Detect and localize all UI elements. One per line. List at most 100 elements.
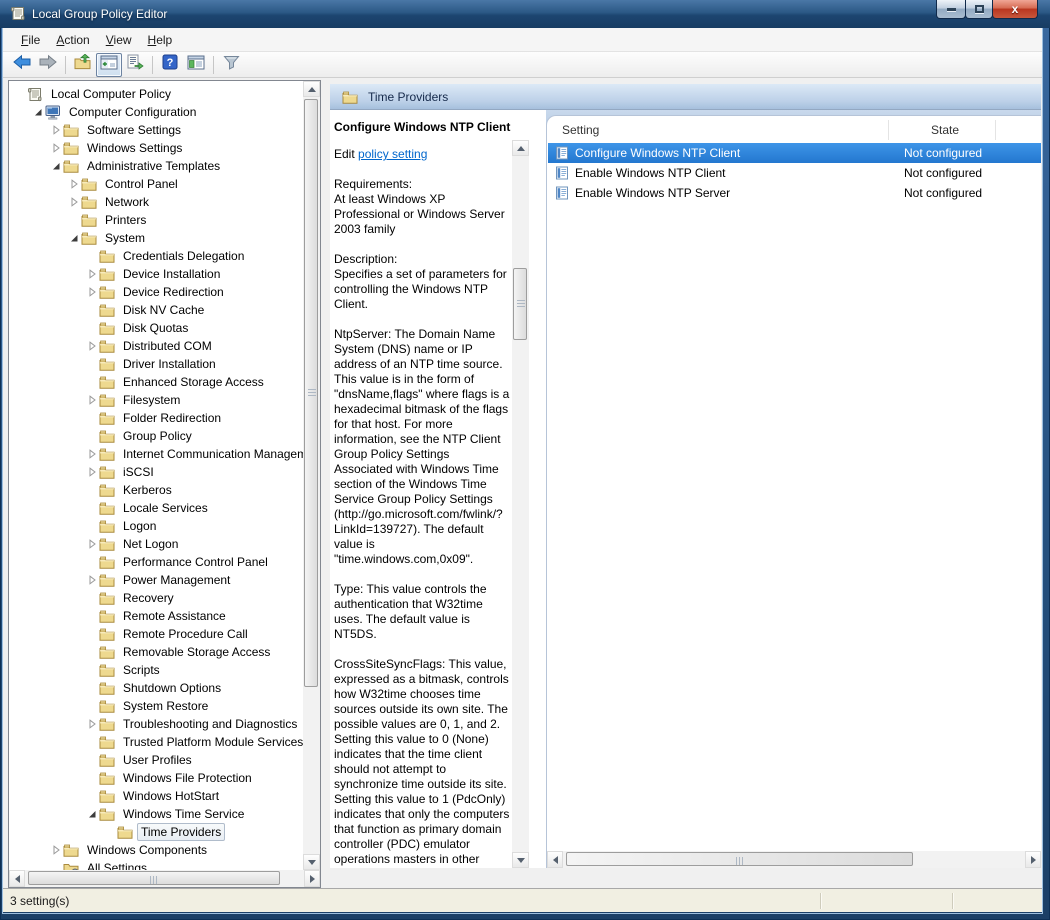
tree-item-locale-services[interactable]: Locale Services: [9, 499, 303, 517]
tree-item-filesystem[interactable]: Filesystem: [9, 391, 303, 409]
collapse-arrow-icon[interactable]: [85, 809, 99, 819]
expand-arrow-icon[interactable]: [67, 179, 81, 189]
expand-arrow-icon[interactable]: [67, 197, 81, 207]
close-button[interactable]: x: [992, 0, 1038, 19]
tree-item-control-panel[interactable]: Control Panel: [9, 175, 303, 193]
tree-item-windows-settings[interactable]: Windows Settings: [9, 139, 303, 157]
expand-arrow-icon[interactable]: [49, 143, 63, 153]
menu-item-file[interactable]: File: [13, 30, 48, 50]
console-tree-toggle-button[interactable]: [96, 53, 122, 77]
tree-item-network[interactable]: Network: [9, 193, 303, 211]
collapse-arrow-icon[interactable]: [67, 233, 81, 243]
tree-item-scripts[interactable]: Scripts: [9, 661, 303, 679]
expand-arrow-icon[interactable]: [85, 341, 99, 351]
maximize-button[interactable]: [965, 0, 993, 19]
tree-item-troubleshooting-and-diagnostics[interactable]: Troubleshooting and Diagnostics: [9, 715, 303, 733]
action-pane-toggle-button[interactable]: [183, 53, 209, 77]
tree-item-driver-installation[interactable]: Driver Installation: [9, 355, 303, 373]
description-scroll-down-button[interactable]: [512, 852, 529, 868]
expand-arrow-icon[interactable]: [49, 125, 63, 135]
tree-item-printers[interactable]: Printers: [9, 211, 303, 229]
description-scroll-up-button[interactable]: [512, 140, 529, 156]
tree-item-local-computer-policy[interactable]: Local Computer Policy: [9, 85, 303, 103]
forward-button[interactable]: [35, 53, 61, 77]
tree-item-performance-control-panel[interactable]: Performance Control Panel: [9, 553, 303, 571]
list-horizontal-scroll-thumb[interactable]: [566, 852, 913, 866]
list-scroll-right-button[interactable]: [1025, 851, 1041, 868]
tree-item-group-policy[interactable]: Group Policy: [9, 427, 303, 445]
setting-row-enable-windows-ntp-server[interactable]: Enable Windows NTP ServerNot configured: [548, 183, 1041, 203]
tree-item-windows-file-protection[interactable]: Windows File Protection: [9, 769, 303, 787]
column-divider[interactable]: [888, 120, 889, 140]
edit-policy-setting-link[interactable]: policy setting: [358, 147, 427, 161]
up-one-level-button[interactable]: [70, 53, 96, 77]
tree-vertical-scroll-thumb[interactable]: [304, 99, 318, 687]
tree-item-windows-hotstart[interactable]: Windows HotStart: [9, 787, 303, 805]
tree-item-windows-time-service[interactable]: Windows Time Service: [9, 805, 303, 823]
column-header-state[interactable]: State: [895, 123, 995, 137]
collapse-arrow-icon[interactable]: [31, 107, 45, 117]
expand-arrow-icon[interactable]: [85, 719, 99, 729]
tree-item-internet-communication-management[interactable]: Internet Communication Management: [9, 445, 303, 463]
tree-scroll-down-button[interactable]: [303, 854, 320, 870]
tree-item-device-installation[interactable]: Device Installation: [9, 265, 303, 283]
expand-arrow-icon[interactable]: [85, 467, 99, 477]
minimize-button[interactable]: [936, 0, 966, 19]
tree-item-shutdown-options[interactable]: Shutdown Options: [9, 679, 303, 697]
tree-item-credentials-delegation[interactable]: Credentials Delegation: [9, 247, 303, 265]
tree-item-trusted-platform-module-services[interactable]: Trusted Platform Module Services: [9, 733, 303, 751]
tree-scroll-left-button[interactable]: [9, 870, 25, 887]
tree-item-disk-nv-cache[interactable]: Disk NV Cache: [9, 301, 303, 319]
expand-arrow-icon[interactable]: [85, 395, 99, 405]
tree-item-computer-configuration[interactable]: Computer Configuration: [9, 103, 303, 121]
expand-arrow-icon[interactable]: [85, 449, 99, 459]
expand-arrow-icon[interactable]: [85, 287, 99, 297]
tree-item-remote-procedure-call[interactable]: Remote Procedure Call: [9, 625, 303, 643]
menu-item-help[interactable]: Help: [140, 30, 181, 50]
list-horizontal-scrollbar[interactable]: [547, 851, 1041, 868]
tree-item-administrative-templates[interactable]: Administrative Templates: [9, 157, 303, 175]
tree-scroll-right-button[interactable]: [304, 870, 320, 887]
tree-item-folder-redirection[interactable]: Folder Redirection: [9, 409, 303, 427]
tree-item-remote-assistance[interactable]: Remote Assistance: [9, 607, 303, 625]
setting-row-enable-windows-ntp-client[interactable]: Enable Windows NTP ClientNot configured: [548, 163, 1041, 183]
description-scroll-thumb[interactable]: [513, 268, 527, 340]
expand-arrow-icon[interactable]: [85, 539, 99, 549]
tree-item-logon[interactable]: Logon: [9, 517, 303, 535]
tree-item-all-settings[interactable]: All Settings: [9, 859, 303, 870]
tree-item-recovery[interactable]: Recovery: [9, 589, 303, 607]
help-button[interactable]: ?: [157, 53, 183, 77]
expand-arrow-icon[interactable]: [85, 269, 99, 279]
tree-item-kerberos[interactable]: Kerberos: [9, 481, 303, 499]
tree-item-system[interactable]: System: [9, 229, 303, 247]
tree-item-device-redirection[interactable]: Device Redirection: [9, 283, 303, 301]
tree-item-user-profiles[interactable]: User Profiles: [9, 751, 303, 769]
tree-scroll-up-button[interactable]: [303, 81, 320, 97]
tree-item-power-management[interactable]: Power Management: [9, 571, 303, 589]
tree-horizontal-scroll-thumb[interactable]: [28, 871, 280, 885]
back-button[interactable]: [9, 53, 35, 77]
collapse-arrow-icon[interactable]: [49, 161, 63, 171]
column-header-setting[interactable]: Setting: [562, 123, 599, 137]
setting-row-configure-windows-ntp-client[interactable]: Configure Windows NTP ClientNot configur…: [548, 143, 1041, 163]
tree-item-distributed-com[interactable]: Distributed COM: [9, 337, 303, 355]
tree-item-iscsi[interactable]: iSCSI: [9, 463, 303, 481]
column-divider[interactable]: [995, 120, 996, 140]
export-list-button[interactable]: [122, 53, 148, 77]
menu-item-action[interactable]: Action: [48, 30, 97, 50]
tree-item-net-logon[interactable]: Net Logon: [9, 535, 303, 553]
tree-item-software-settings[interactable]: Software Settings: [9, 121, 303, 139]
tree-horizontal-scrollbar[interactable]: [9, 870, 320, 887]
tree-item-disk-quotas[interactable]: Disk Quotas: [9, 319, 303, 337]
tree-item-system-restore[interactable]: System Restore: [9, 697, 303, 715]
tree-vertical-scrollbar[interactable]: [303, 81, 320, 870]
list-scroll-left-button[interactable]: [547, 851, 563, 868]
expand-arrow-icon[interactable]: [85, 575, 99, 585]
tree-item-removable-storage-access[interactable]: Removable Storage Access: [9, 643, 303, 661]
expand-arrow-icon[interactable]: [49, 845, 63, 855]
tree-item-enhanced-storage-access[interactable]: Enhanced Storage Access: [9, 373, 303, 391]
filter-button[interactable]: [218, 53, 244, 77]
menu-item-view[interactable]: View: [98, 30, 140, 50]
tree-item-time-providers[interactable]: Time Providers: [9, 823, 303, 841]
description-scrollbar[interactable]: [512, 140, 529, 868]
